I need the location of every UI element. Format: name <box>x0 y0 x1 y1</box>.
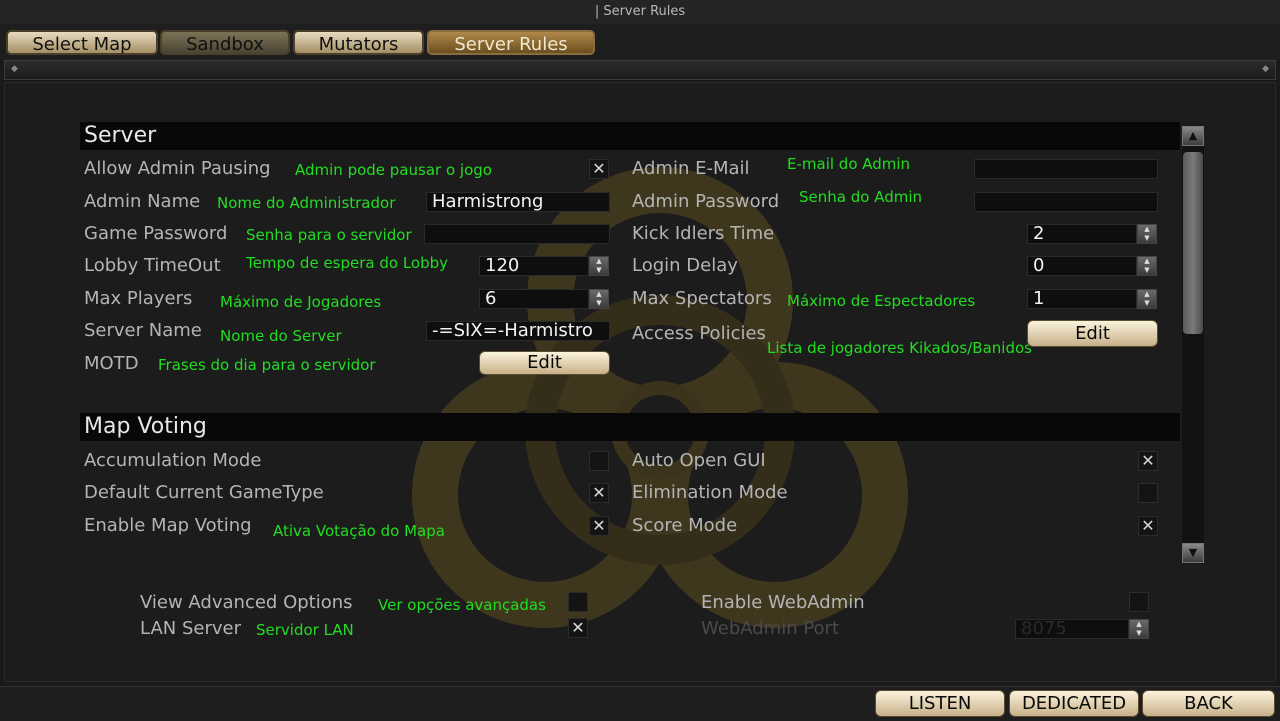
max-spectators-input[interactable]: 1 <box>1027 289 1137 309</box>
lobby-timeout-note: Tempo de espera do Lobby <box>246 254 449 272</box>
scroll-down-icon[interactable]: ▼ <box>1182 543 1204 563</box>
kick-idlers-time-stepper[interactable]: ▲ ▼ <box>1137 224 1157 244</box>
admin-password-label: Admin Password <box>632 191 780 212</box>
auto-open-gui-checkbox[interactable]: ✕ <box>1138 451 1158 471</box>
allow-admin-pausing-label: Allow Admin Pausing <box>84 158 271 179</box>
splitter-knob-left-icon: ◆ <box>11 64 18 74</box>
spin-down-icon[interactable]: ▼ <box>1138 266 1156 275</box>
login-delay-label: Login Delay <box>632 255 738 276</box>
admin-name-input[interactable]: Harmistrong <box>426 192 610 212</box>
accumulation-mode-label: Accumulation Mode <box>84 450 262 471</box>
allow-admin-pausing-checkbox[interactable]: ✕ <box>589 159 609 179</box>
spin-down-icon[interactable]: ▼ <box>1138 234 1156 243</box>
view-advanced-options-label: View Advanced Options <box>140 592 353 613</box>
admin-email-label: Admin E-Mail <box>632 158 750 179</box>
elimination-mode-label: Elimination Mode <box>632 482 788 503</box>
server-name-input[interactable]: -=SIX=-Harmistro <box>426 321 610 341</box>
enable-webadmin-label: Enable WebAdmin <box>701 592 865 613</box>
elimination-mode-checkbox[interactable] <box>1138 483 1158 503</box>
max-players-input[interactable]: 6 <box>479 289 589 309</box>
kick-idlers-time-input[interactable]: 2 <box>1027 224 1137 244</box>
spin-down-icon[interactable]: ▼ <box>1138 299 1156 308</box>
game-password-label: Game Password <box>84 223 228 244</box>
scroll-up-icon[interactable]: ▲ <box>1182 126 1204 146</box>
admin-name-label: Admin Name <box>84 191 201 212</box>
game-password-input[interactable] <box>424 224 610 244</box>
spin-up-icon[interactable]: ▲ <box>1138 225 1156 234</box>
score-mode-label: Score Mode <box>632 515 738 536</box>
tab-select-map[interactable]: Select Map <box>6 30 158 55</box>
login-delay-stepper[interactable]: ▲ ▼ <box>1137 256 1157 276</box>
scrollbar-thumb[interactable] <box>1183 152 1203 334</box>
listen-button[interactable]: LISTEN <box>875 690 1005 717</box>
admin-name-note: Nome do Administrador <box>217 194 396 212</box>
max-spectators-label: Max Spectators <box>632 288 772 309</box>
spin-up-icon[interactable]: ▲ <box>590 290 608 299</box>
admin-password-input[interactable] <box>974 192 1158 212</box>
webadmin-port-label: WebAdmin Port <box>701 618 840 639</box>
tab-sandbox[interactable]: Sandbox <box>160 30 290 55</box>
access-policies-label: Access Policies <box>632 323 766 344</box>
lan-server-checkbox[interactable]: ✕ <box>568 618 588 638</box>
access-policies-edit-button[interactable]: Edit <box>1027 320 1158 347</box>
allow-admin-pausing-note: Admin pode pausar o jogo <box>295 161 492 179</box>
view-advanced-options-checkbox[interactable] <box>568 592 588 612</box>
lobby-timeout-input[interactable]: 120 <box>479 256 589 276</box>
tab-mutators[interactable]: Mutators <box>293 30 424 55</box>
view-advanced-options-note: Ver opções avançadas <box>378 596 546 614</box>
score-mode-checkbox[interactable]: ✕ <box>1138 516 1158 536</box>
webadmin-port-stepper: ▲ ▼ <box>1129 619 1149 639</box>
admin-email-input[interactable] <box>974 159 1158 179</box>
motd-note: Frases do dia para o servidor <box>158 356 376 374</box>
splitter-bar[interactable]: ◆ ◆ <box>4 60 1276 80</box>
enable-map-voting-label: Enable Map Voting <box>84 515 252 536</box>
max-players-label: Max Players <box>84 288 193 309</box>
game-password-note: Senha para o servidor <box>246 226 412 244</box>
admin-password-note: Senha do Admin <box>799 188 922 206</box>
max-players-note: Máximo de Jogadores <box>220 293 382 311</box>
spin-up-icon[interactable]: ▲ <box>1138 257 1156 266</box>
spin-up-icon: ▲ <box>1136 620 1142 628</box>
map-voting-section-heading: Map Voting <box>80 413 1180 441</box>
lobby-timeout-label: Lobby TimeOut <box>84 255 221 276</box>
spin-up-icon[interactable]: ▲ <box>590 257 608 266</box>
enable-map-voting-note: Ativa Votação do Mapa <box>273 522 445 540</box>
spin-down-icon: ▼ <box>1136 629 1142 637</box>
spin-up-icon[interactable]: ▲ <box>1138 290 1156 299</box>
lobby-timeout-stepper[interactable]: ▲ ▼ <box>589 256 609 276</box>
max-spectators-note: Máximo de Espectadores <box>787 292 976 310</box>
motd-edit-button[interactable]: Edit <box>479 351 610 375</box>
enable-webadmin-checkbox[interactable] <box>1129 592 1149 612</box>
dedicated-button[interactable]: DEDICATED <box>1009 690 1139 717</box>
server-name-label: Server Name <box>84 320 202 341</box>
default-current-gametype-label: Default Current GameType <box>84 482 324 503</box>
kick-idlers-time-label: Kick Idlers Time <box>632 223 775 244</box>
default-current-gametype-checkbox[interactable]: ✕ <box>589 483 609 503</box>
spin-down-icon[interactable]: ▼ <box>590 266 608 275</box>
window-title: | Server Rules <box>594 4 686 19</box>
spin-down-icon[interactable]: ▼ <box>590 299 608 308</box>
admin-email-note: E-mail do Admin <box>787 155 911 173</box>
login-delay-input[interactable]: 0 <box>1027 256 1137 276</box>
motd-label: MOTD <box>84 353 139 374</box>
enable-map-voting-checkbox[interactable]: ✕ <box>589 516 609 536</box>
back-button[interactable]: BACK <box>1142 690 1275 717</box>
title-bar: | Server Rules <box>0 0 1280 25</box>
tab-server-rules[interactable]: Server Rules <box>427 30 595 55</box>
server-name-note: Nome do Server <box>220 327 342 345</box>
max-spectators-stepper[interactable]: ▲ ▼ <box>1137 289 1157 309</box>
lan-server-note: Servidor LAN <box>256 621 354 639</box>
splitter-knob-right-icon: ◆ <box>1262 64 1269 74</box>
lan-server-label: LAN Server <box>140 618 241 639</box>
auto-open-gui-label: Auto Open GUI <box>632 450 766 471</box>
max-players-stepper[interactable]: ▲ ▼ <box>589 289 609 309</box>
server-section-heading: Server <box>80 122 1180 150</box>
webadmin-port-input: 8075 <box>1015 619 1129 639</box>
access-policies-note: Lista de jogadores Kikados/Banidos <box>767 339 1032 357</box>
accumulation-mode-checkbox[interactable] <box>589 451 609 471</box>
